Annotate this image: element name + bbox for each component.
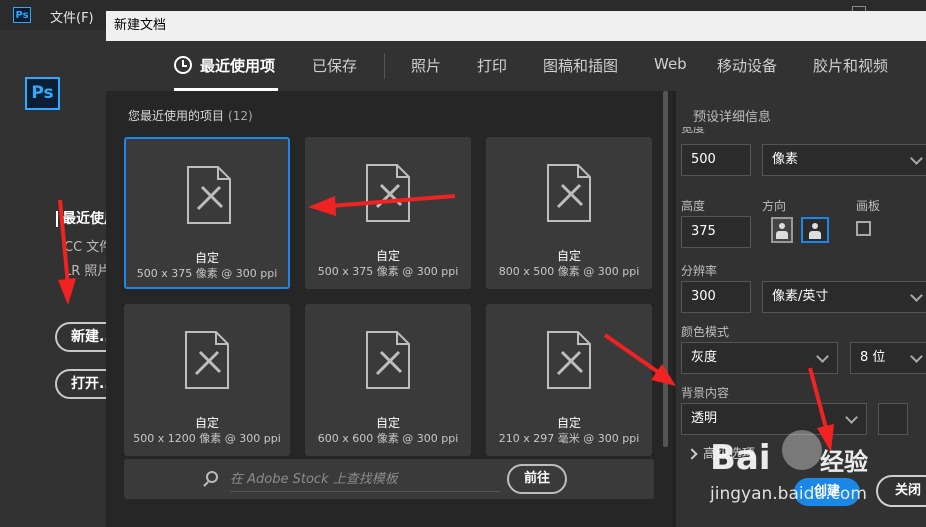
preset-card-size: 210 x 297 毫米 @ 300 ppi bbox=[498, 432, 640, 445]
tab-photo[interactable]: 照片 bbox=[411, 55, 441, 76]
document-icon bbox=[185, 331, 229, 389]
tab-mobile[interactable]: 移动设备 bbox=[717, 55, 777, 76]
new-document-dialog: 新建文档 最近使用项 已保存 照片 打印 图稿和插图 Web 移动设备 胶片和视… bbox=[106, 11, 926, 527]
ps-logo: Ps bbox=[25, 77, 60, 110]
height-label: 高度 bbox=[681, 199, 706, 213]
bit-depth-select[interactable]: 8 位 bbox=[850, 342, 926, 374]
tab-art-illustration[interactable]: 图稿和插图 bbox=[543, 55, 618, 76]
dialog-title: 新建文档 bbox=[106, 11, 926, 41]
document-icon bbox=[366, 331, 410, 389]
close-button[interactable]: 关闭 bbox=[876, 475, 926, 507]
preset-card[interactable]: 自定 210 x 297 毫米 @ 300 ppi bbox=[486, 304, 652, 456]
recent-items-area: 您最近使用的项目 (12) 自定 500 x 375 像素 @ 300 ppi 自… bbox=[106, 91, 672, 527]
preset-card-name: 自定 bbox=[375, 416, 400, 430]
tab-saved[interactable]: 已保存 bbox=[312, 55, 357, 76]
document-icon bbox=[547, 164, 591, 222]
preset-details-title: 预设详细信息 bbox=[693, 110, 772, 125]
height-input[interactable]: 375 bbox=[681, 216, 751, 248]
recent-items-scrollbar[interactable] bbox=[663, 91, 668, 447]
preset-card[interactable]: 自定 500 x 1200 像素 @ 300 ppi bbox=[124, 304, 290, 456]
resolution-unit-select[interactable]: 像素/英寸 bbox=[762, 281, 926, 313]
background-label: 背景内容 bbox=[681, 386, 730, 400]
preset-card-size: 500 x 1200 像素 @ 300 ppi bbox=[133, 432, 281, 445]
preset-card[interactable]: 自定 600 x 600 像素 @ 300 ppi bbox=[305, 304, 471, 456]
stock-search-input[interactable] bbox=[230, 467, 500, 492]
preset-card[interactable]: 自定 500 x 375 像素 @ 300 ppi bbox=[305, 137, 471, 289]
start-cc-files[interactable]: CC 文件 bbox=[64, 236, 106, 255]
stock-search-bar: 前往 bbox=[124, 459, 654, 499]
tab-recent[interactable]: 最近使用项 bbox=[200, 55, 275, 76]
portrait-orientation-button[interactable] bbox=[771, 217, 793, 243]
orientation-label: 方向 bbox=[762, 199, 787, 213]
create-button[interactable]: 创建 bbox=[794, 478, 860, 506]
background-select[interactable]: 透明 bbox=[681, 403, 867, 435]
document-icon bbox=[547, 331, 591, 389]
preset-card-name: 自定 bbox=[194, 251, 219, 265]
resolution-label: 分辨率 bbox=[681, 264, 718, 278]
search-icon bbox=[206, 471, 218, 483]
tab-divider bbox=[384, 53, 385, 79]
chevron-right-icon bbox=[686, 448, 698, 460]
width-label: 宽度 bbox=[681, 127, 706, 135]
person-icon bbox=[809, 223, 821, 239]
resolution-input[interactable]: 300 bbox=[681, 281, 751, 313]
person-icon bbox=[776, 223, 788, 239]
preset-tabs: 最近使用项 已保存 照片 打印 图稿和插图 Web 移动设备 胶片和视频 bbox=[106, 41, 926, 91]
preset-card-name: 自定 bbox=[375, 249, 400, 263]
clock-icon bbox=[174, 56, 192, 74]
menu-file[interactable]: 文件(F) bbox=[50, 7, 94, 26]
color-mode-label: 颜色模式 bbox=[681, 325, 730, 339]
start-recent-heading[interactable]: 最近使用项 bbox=[56, 211, 110, 227]
preset-card-name: 自定 bbox=[556, 249, 581, 263]
document-icon bbox=[366, 164, 410, 222]
color-mode-select[interactable]: 灰度 bbox=[681, 342, 838, 374]
tab-web[interactable]: Web bbox=[654, 55, 687, 73]
width-input[interactable]: 500 bbox=[681, 144, 751, 176]
tab-print[interactable]: 打印 bbox=[477, 55, 507, 76]
go-button[interactable]: 前往 bbox=[507, 464, 567, 494]
document-icon bbox=[187, 166, 231, 224]
preset-card-size: 600 x 600 像素 @ 300 ppi bbox=[317, 432, 459, 445]
width-unit-select[interactable]: 像素 bbox=[762, 144, 926, 176]
recent-items-count: (12) bbox=[228, 109, 253, 123]
ps-app-icon: Ps bbox=[13, 7, 31, 23]
artboard-label: 画板 bbox=[856, 199, 881, 213]
advanced-options-toggle[interactable]: 高级选项 bbox=[686, 443, 756, 462]
preset-card-size: 500 x 375 像素 @ 300 ppi bbox=[317, 265, 459, 278]
artboard-checkbox[interactable] bbox=[856, 221, 871, 236]
preset-details-panel: 预设详细信息 宽度 500 像素 高度 375 方向 画板 分辨率 300 像素… bbox=[672, 91, 926, 527]
recent-items-label: 您最近使用的项目 (12) bbox=[128, 107, 253, 124]
background-color-swatch[interactable] bbox=[878, 403, 908, 435]
preset-card[interactable]: 自定 800 x 500 像素 @ 300 ppi bbox=[486, 137, 652, 289]
advanced-options-label: 高级选项 bbox=[703, 447, 756, 462]
recent-items-title: 您最近使用的项目 bbox=[128, 109, 225, 123]
preset-card-size: 800 x 500 像素 @ 300 ppi bbox=[498, 265, 640, 278]
preset-card-name: 自定 bbox=[194, 416, 219, 430]
tab-film-video[interactable]: 胶片和视频 bbox=[813, 55, 888, 76]
preset-card-size: 500 x 375 像素 @ 300 ppi bbox=[136, 267, 278, 280]
preset-card[interactable]: 自定 500 x 375 像素 @ 300 ppi bbox=[124, 137, 290, 289]
preset-card-name: 自定 bbox=[556, 416, 581, 430]
landscape-orientation-button[interactable] bbox=[801, 217, 829, 243]
start-lr-photos[interactable]: LR 照片 bbox=[64, 260, 106, 279]
details-scrollbar[interactable] bbox=[672, 91, 676, 527]
